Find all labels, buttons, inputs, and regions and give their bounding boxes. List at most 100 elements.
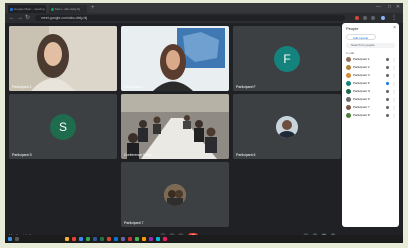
avatar bbox=[346, 73, 351, 78]
participant-tile[interactable]: Participant 6 bbox=[233, 94, 341, 159]
participant-list-item[interactable]: Participant F ⋮ bbox=[346, 80, 397, 87]
browser-tab[interactable]: Meet - abc-defg-hij bbox=[49, 5, 87, 13]
app-icon[interactable] bbox=[135, 237, 139, 241]
participant-name: Participant 2 bbox=[124, 85, 144, 89]
participant-list-item[interactable]: Participant 7 ⋮ bbox=[346, 104, 397, 111]
search-icon[interactable] bbox=[15, 237, 19, 241]
more-options-icon[interactable]: ⋮ bbox=[392, 96, 396, 103]
maximize-button[interactable]: □ bbox=[388, 4, 391, 10]
participant-list-name: Participant 2 bbox=[353, 65, 370, 69]
avatar bbox=[346, 97, 351, 102]
reload-icon[interactable]: ↻ bbox=[25, 15, 30, 21]
teams-icon[interactable] bbox=[121, 237, 125, 241]
avatar bbox=[346, 57, 351, 62]
participant-list-item[interactable]: Participant S ⋮ bbox=[346, 88, 397, 95]
close-window-button[interactable]: ✕ bbox=[396, 4, 400, 10]
mic-icon[interactable] bbox=[386, 114, 389, 117]
app-icon[interactable] bbox=[149, 237, 153, 241]
profile-avatar[interactable] bbox=[381, 16, 385, 20]
participant-list-name: Participant 3 bbox=[353, 73, 370, 77]
new-tab-button[interactable]: + bbox=[91, 5, 95, 11]
participant-list-item[interactable]: Participant 6 ⋮ bbox=[346, 96, 397, 103]
file-explorer-icon[interactable] bbox=[65, 237, 69, 241]
participant-photo-avatar bbox=[276, 115, 298, 138]
participant-list-name: Participant 7 bbox=[353, 105, 370, 109]
mic-icon[interactable] bbox=[386, 90, 389, 93]
participant-tile[interactable]: Participant 7 bbox=[121, 162, 229, 227]
extension-icon[interactable] bbox=[371, 16, 375, 20]
participant-video bbox=[121, 26, 229, 91]
mic-icon[interactable] bbox=[386, 106, 389, 109]
word-icon[interactable] bbox=[93, 237, 97, 241]
browser-tab[interactable]: Google Meet - meeting bbox=[8, 5, 46, 13]
participant-name: Participant F bbox=[236, 85, 256, 89]
forward-arrow-icon[interactable]: → bbox=[17, 15, 23, 21]
more-options-icon[interactable]: ⋮ bbox=[392, 80, 396, 87]
avatar bbox=[346, 105, 351, 110]
participant-tile[interactable]: Conference Room bbox=[121, 94, 229, 159]
app-icon[interactable] bbox=[72, 237, 76, 241]
more-options-icon[interactable]: ⋮ bbox=[392, 112, 396, 119]
back-arrow-icon[interactable]: ← bbox=[9, 15, 15, 21]
participant-tile[interactable]: Participant 2 bbox=[121, 26, 229, 91]
participant-list-item[interactable]: Participant 8 ⋮ bbox=[346, 112, 397, 119]
start-icon[interactable] bbox=[8, 237, 12, 241]
participant-name: Participant S bbox=[12, 153, 32, 157]
app-icon[interactable] bbox=[142, 237, 146, 241]
in-call-section-label: In call bbox=[346, 51, 354, 55]
add-people-button[interactable]: Add people bbox=[346, 34, 376, 40]
people-search-input[interactable]: Search for people bbox=[346, 43, 395, 48]
extension-icon[interactable] bbox=[363, 16, 367, 20]
participant-tile[interactable]: F Participant F bbox=[233, 26, 341, 91]
people-panel: People × Add people Search for people In… bbox=[342, 23, 399, 227]
desktop-screen: Google Meet - meeting Meet - abc-defg-hi… bbox=[5, 3, 403, 243]
participant-tile[interactable]: Participant 1 bbox=[9, 26, 117, 91]
url-field[interactable]: meet.google.com/abc-defg-hij bbox=[35, 15, 345, 21]
more-options-icon[interactable]: ⋮ bbox=[392, 64, 396, 71]
avatar bbox=[346, 113, 351, 118]
more-options-icon[interactable]: ⋮ bbox=[392, 56, 396, 63]
participant-list-item[interactable]: Participant 2 ⋮ bbox=[346, 64, 397, 71]
avatar bbox=[346, 81, 351, 86]
participant-list-name: Participant 6 bbox=[353, 97, 370, 101]
more-options-icon[interactable]: ⋮ bbox=[392, 104, 396, 111]
mic-icon[interactable] bbox=[386, 58, 389, 61]
mic-icon[interactable] bbox=[386, 98, 389, 101]
tab-label: Meet - abc-defg-hij bbox=[55, 7, 81, 11]
app-icon[interactable] bbox=[163, 237, 167, 241]
more-options-icon[interactable]: ⋮ bbox=[392, 72, 396, 79]
outlook-icon[interactable] bbox=[114, 237, 118, 241]
avatar bbox=[346, 65, 351, 70]
browser-menu-icon[interactable]: ⋮ bbox=[391, 15, 397, 21]
participant-list-name: Participant 8 bbox=[353, 113, 370, 117]
participant-video bbox=[9, 26, 117, 91]
participant-name: Participant 1 bbox=[12, 85, 32, 89]
participant-list-item[interactable]: Participant 1 ⋮ bbox=[346, 56, 397, 63]
tab-favicon-icon bbox=[10, 8, 13, 11]
mic-icon[interactable] bbox=[386, 82, 389, 85]
extension-icon[interactable] bbox=[355, 16, 359, 20]
close-icon[interactable]: × bbox=[393, 25, 396, 31]
browser-tab-bar: Google Meet - meeting Meet - abc-defg-hi… bbox=[5, 3, 403, 13]
tab-label: Google Meet - meeting bbox=[14, 7, 45, 11]
participant-list-name: Participant S bbox=[353, 89, 371, 93]
participant-initial-avatar: F bbox=[274, 45, 300, 72]
mic-icon[interactable] bbox=[386, 66, 389, 69]
app-icon[interactable] bbox=[86, 237, 90, 241]
minimize-button[interactable]: — bbox=[376, 4, 381, 10]
browser-address-bar: ← → ↻ meet.google.com/abc-defg-hij ⋮ bbox=[5, 13, 403, 23]
app-icon[interactable] bbox=[156, 237, 160, 241]
participant-tile[interactable]: S Participant S bbox=[9, 94, 117, 159]
tab-favicon-icon bbox=[51, 8, 54, 11]
mic-icon[interactable] bbox=[386, 74, 389, 77]
powerpoint-icon[interactable] bbox=[107, 237, 111, 241]
participant-list-name: Participant 1 bbox=[353, 57, 370, 61]
chrome-icon[interactable] bbox=[79, 237, 83, 241]
excel-icon[interactable] bbox=[100, 237, 104, 241]
app-icon[interactable] bbox=[128, 237, 132, 241]
participant-video bbox=[121, 94, 229, 159]
panel-title: People bbox=[346, 26, 359, 31]
more-options-icon[interactable]: ⋮ bbox=[392, 88, 396, 95]
participant-initial-avatar: S bbox=[50, 113, 76, 140]
participant-list-item[interactable]: Participant 3 ⋮ bbox=[346, 72, 397, 79]
